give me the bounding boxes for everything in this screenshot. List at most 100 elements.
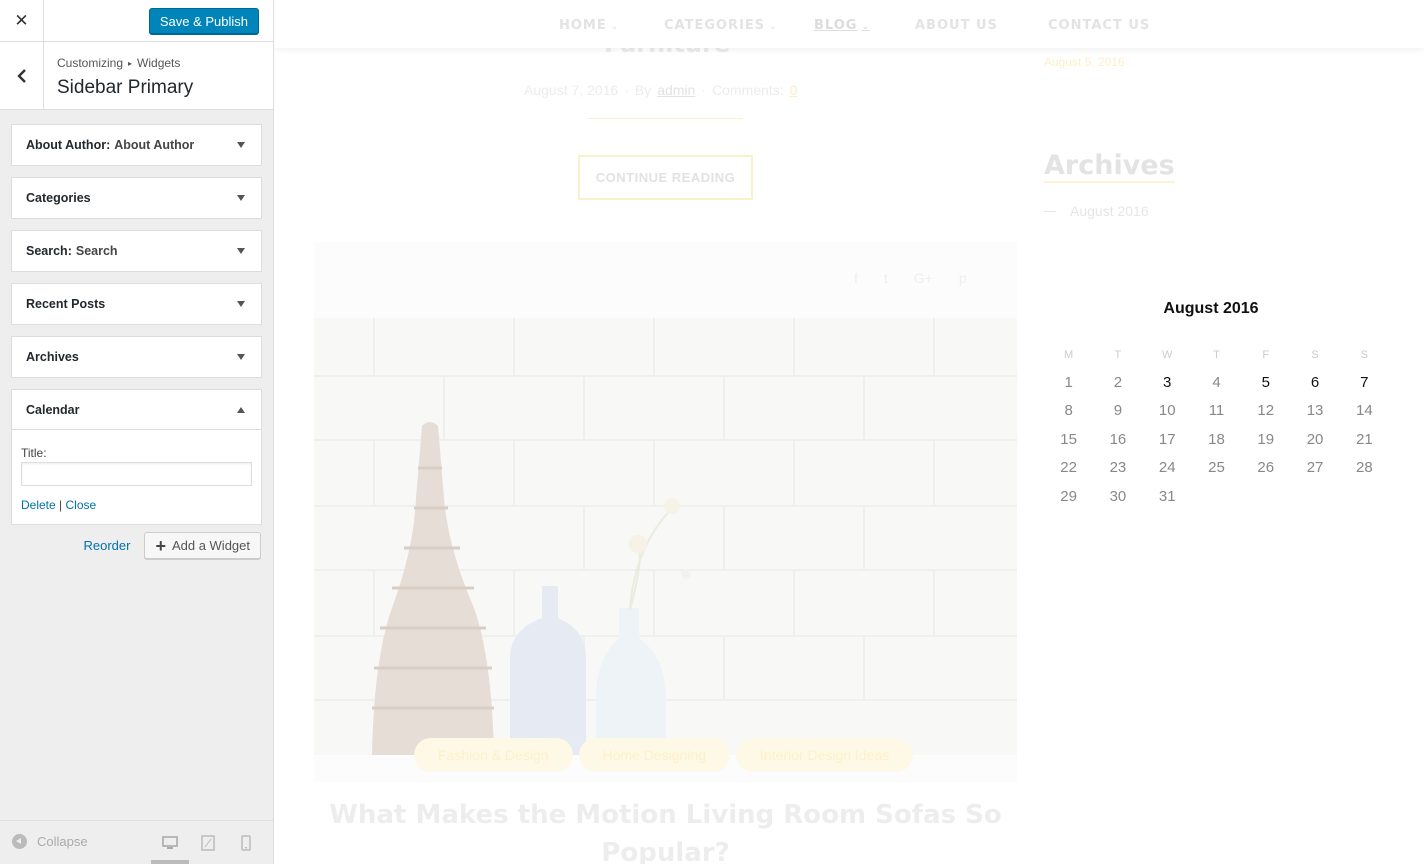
close-customizer-button[interactable]: ✕ <box>0 0 44 42</box>
mobile-preview-button[interactable] <box>227 821 265 864</box>
widget-header[interactable]: Categories <box>12 178 261 218</box>
collapse-icon <box>12 834 27 849</box>
comments-label: Comments: <box>712 82 784 98</box>
tablet-preview-button[interactable] <box>189 821 227 864</box>
close-icon: ✕ <box>14 11 29 30</box>
weekday: T <box>1213 349 1220 361</box>
site-navigation: HOME ⌄ CATEGORIES ⌄ BLOG ⌄ ABOUT US CONTACT… <box>274 0 1424 48</box>
widget-header[interactable]: Search: Search <box>12 231 261 271</box>
widget-actions: Reorder + Add a Widget <box>83 532 261 559</box>
save-publish-button[interactable]: Save & Publish <box>148 8 259 34</box>
post-author-link[interactable]: admin <box>657 82 695 98</box>
widget-name: About Author: <box>26 138 111 152</box>
caret-up-icon[interactable] <box>237 407 245 413</box>
calendar-day[interactable]: 7 <box>1340 368 1389 397</box>
widget-archives: Archives <box>11 336 262 378</box>
calendar-table: M T W T F S S 1 2 3 4 5 6 7 8 9 10 11 12 13 14 15 16 17 1… <box>1044 342 1389 511</box>
archive-link[interactable]: August 2016 <box>1070 203 1149 219</box>
close-link[interactable]: Close <box>66 498 97 512</box>
calendar-day: 23 <box>1109 459 1127 477</box>
google-plus-icon[interactable]: G+ <box>914 270 933 286</box>
calendar-day: 8 <box>1064 402 1073 420</box>
calendar-day[interactable]: 5 <box>1241 368 1290 397</box>
calendar-caption: August 2016 <box>1163 300 1259 317</box>
calendar-day: 9 <box>1113 402 1123 420</box>
back-button[interactable] <box>0 42 44 109</box>
calendar-day: 29 <box>1060 487 1077 505</box>
widget-header[interactable]: Calendar <box>12 390 261 430</box>
comments-count-link[interactable]: 0 <box>790 82 798 98</box>
tag-fashion-design[interactable]: Fashion & Design <box>414 738 573 772</box>
calendar-day: 21 <box>1356 430 1373 448</box>
delete-link[interactable]: Delete <box>21 498 56 512</box>
weekday: S <box>1360 349 1369 361</box>
calendar-body: 1 2 3 4 5 6 7 8 9 10 11 12 13 14 15 16 17 18 19 20 21 22 23 24 2… <box>1044 368 1389 511</box>
archive-item[interactable]: August 2016 <box>1044 203 1149 219</box>
customizer-panel: ✕ Save & Publish Customizing ▸ Widgets S… <box>0 0 274 864</box>
calendar-day: 24 <box>1158 459 1176 477</box>
facebook-icon[interactable]: f <box>854 270 858 286</box>
nav-blog[interactable]: BLOG ⌄ <box>814 18 870 33</box>
calendar-day: 22 <box>1060 459 1077 477</box>
tag-home-designing[interactable]: Home Designing <box>578 738 731 772</box>
customizer-footer: Collapse <box>0 820 273 864</box>
title-input[interactable] <box>21 462 252 486</box>
widget-header[interactable]: Archives <box>12 337 261 377</box>
continue-reading-button[interactable]: CONTINUE READING <box>578 155 753 200</box>
caret-down-icon[interactable] <box>237 142 245 148</box>
calendar-day: 19 <box>1257 430 1275 448</box>
widget-search: Search: Search <box>11 230 262 272</box>
widget-header[interactable]: About Author: About Author <box>12 125 261 165</box>
calendar-empty-cell <box>1340 482 1389 511</box>
calendar-day[interactable]: 3 <box>1143 368 1192 397</box>
breadcrumb-customizing: Customizing <box>57 56 124 70</box>
collapse-button[interactable]: Collapse <box>12 834 88 849</box>
chevron-down-icon: ⌄ <box>861 22 870 32</box>
widget-title: Search <box>75 244 118 258</box>
nav-contact-us[interactable]: CONTACT US <box>1048 18 1150 33</box>
pinterest-icon[interactable]: p <box>959 270 967 286</box>
section-header: Customizing ▸ Widgets Sidebar Primary <box>0 42 273 110</box>
chevron-down-icon: ⌄ <box>610 22 620 32</box>
post-title-2[interactable]: What Makes the Motion Living Room Sofas … <box>314 796 1017 864</box>
twitter-icon[interactable]: t <box>884 270 888 286</box>
breadcrumb-widgets: Widgets <box>137 56 181 70</box>
nav-categories[interactable]: CATEGORIES ⌄ <box>664 18 778 33</box>
nav-about-us[interactable]: ABOUT US <box>915 18 998 33</box>
nav-home[interactable]: HOME ⌄ <box>559 18 619 33</box>
post-date: August 7, 2016 <box>524 82 619 98</box>
widget-header[interactable]: Recent Posts <box>12 284 261 324</box>
add-widget-label: Add a Widget <box>171 538 250 553</box>
widget-form: Title: Delete | Close <box>12 430 261 524</box>
calendar-empty-cell <box>1192 482 1241 511</box>
widget-about-author: About Author: About Author <box>11 124 262 166</box>
caret-down-icon[interactable] <box>237 354 245 360</box>
caret-down-icon[interactable] <box>237 195 245 201</box>
reorder-link[interactable]: Reorder <box>83 538 130 553</box>
section-title: Sidebar Primary <box>57 77 194 98</box>
calendar-day: 10 <box>1158 402 1176 420</box>
meta-divider <box>587 118 743 119</box>
device-switcher <box>151 821 265 864</box>
calendar-day: 28 <box>1356 459 1373 477</box>
caret-down-icon[interactable] <box>237 248 245 254</box>
tag-interior-design-ideas[interactable]: Interior Design Ideas <box>736 738 914 772</box>
calendar-day: 17 <box>1158 430 1176 448</box>
calendar-day: 14 <box>1356 402 1373 420</box>
desktop-preview-button[interactable] <box>151 821 189 864</box>
widget-controls: Delete | Close <box>21 498 252 512</box>
site-preview: HOME ⌄ CATEGORIES ⌄ BLOG ⌄ ABOUT US CONTACT… <box>274 0 1424 864</box>
title-label: Title: <box>21 446 47 460</box>
calendar-week-row: 15 16 17 18 19 20 21 <box>1044 425 1389 454</box>
calendar-week-row: 29 30 31 <box>1044 482 1389 511</box>
chevron-left-icon <box>16 68 26 83</box>
calendar-day[interactable]: 6 <box>1290 368 1339 397</box>
widget-title: About Author <box>114 138 195 152</box>
widget-list: About Author: About Author Categories Se… <box>11 124 262 536</box>
caret-down-icon[interactable] <box>237 301 245 307</box>
archives-heading: Archives <box>1044 150 1175 183</box>
calendar-week-row: 8 9 10 11 12 13 14 <box>1044 397 1389 426</box>
post-featured-image[interactable] <box>314 318 1017 755</box>
breadcrumb-separator-icon: ▸ <box>128 58 133 68</box>
add-widget-button[interactable]: + Add a Widget <box>144 532 261 559</box>
